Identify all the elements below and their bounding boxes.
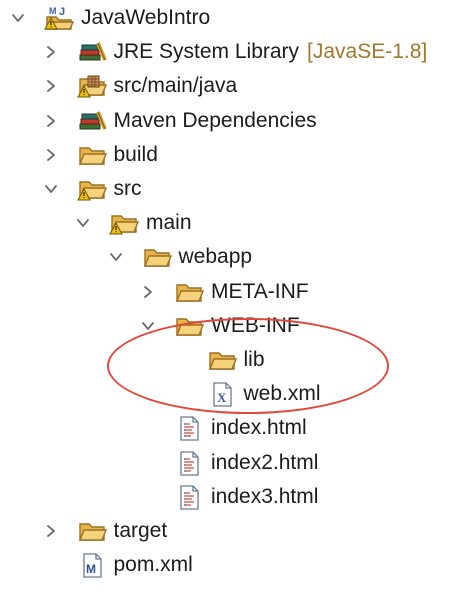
tree-item-label: index.html [211, 416, 307, 440]
expand-chevron-icon[interactable] [43, 147, 59, 163]
expand-chevron-icon[interactable] [43, 523, 59, 539]
tree-item-build[interactable]: build [0, 138, 476, 172]
tree-item-webapp[interactable]: webapp [0, 240, 476, 274]
folder-warning-icon [76, 176, 107, 202]
expand-chevron-icon[interactable] [43, 44, 59, 60]
svg-text:X: X [217, 390, 227, 405]
svg-text:M: M [86, 562, 96, 576]
tree-item-label: main [146, 211, 192, 235]
tree-item-index3-html[interactable]: index3.html [0, 480, 476, 514]
tree-item-label: lib [243, 348, 265, 371]
tree-item-label: JRE System Library [113, 40, 300, 64]
folder-icon [77, 142, 107, 168]
xml-file-icon: X [207, 381, 237, 407]
tree-item-meta-inf[interactable]: META-INF [0, 275, 476, 309]
tree-item-jre-system-library[interactable]: JRE System Library [JavaSE-1.8] [0, 35, 476, 69]
tree-item-label: build [113, 142, 158, 166]
tree-item-label: web.xml [243, 382, 321, 406]
html-file-icon [174, 415, 204, 442]
tree-item-label: index2.html [211, 450, 319, 474]
tree-item-label: Maven Dependencies [113, 108, 317, 132]
tree-item-label: webapp [178, 245, 253, 269]
folder-warning-icon [109, 210, 139, 236]
collapse-chevron-icon[interactable] [75, 215, 91, 231]
expand-chevron-icon[interactable] [43, 78, 59, 94]
tree-item-index2-html[interactable]: index2.html [0, 446, 476, 480]
tree-item-main[interactable]: main [0, 206, 476, 240]
maven-pom-icon: M [77, 552, 107, 578]
tree-item-web-xml[interactable]: Xweb.xml [0, 377, 476, 411]
tree-item-label: META-INF [211, 279, 309, 303]
tree-item-index-html[interactable]: index.html [0, 411, 476, 445]
tree-item-maven-dependencies[interactable]: Maven Dependencies [0, 104, 476, 138]
tree-item-lib[interactable]: lib [0, 343, 476, 377]
collapse-chevron-icon[interactable] [10, 10, 26, 26]
expand-chevron-icon[interactable] [140, 284, 156, 300]
svg-text:M: M [49, 6, 57, 16]
collapse-chevron-icon[interactable] [108, 249, 124, 265]
expand-chevron-icon[interactable] [43, 113, 59, 129]
tree-item-src[interactable]: src [0, 172, 476, 206]
collapse-chevron-icon[interactable] [43, 181, 59, 197]
java-project-icon: MJ [44, 5, 74, 31]
tree-item-src-main-java[interactable]: src/main/java [0, 69, 476, 103]
tree-item-label: target [113, 519, 168, 542]
collapse-chevron-icon[interactable] [140, 318, 156, 334]
tree-item-label: src [113, 177, 142, 200]
tree-item-target[interactable]: target [0, 514, 476, 548]
project-explorer-tree: M J JavaWebIntro JRE System Library [JavaSE-… [0, 0, 476, 598]
tree-item-web-inf[interactable]: WEB-INF [0, 309, 476, 343]
folder-icon [207, 347, 237, 373]
tree-item-label: pom.xml [113, 553, 193, 577]
source-folder-icon [76, 73, 107, 99]
html-file-icon [174, 450, 204, 476]
html-file-icon [174, 484, 204, 510]
folder-icon [174, 279, 204, 305]
tree-item-decoration: [JavaSE-1.8] [307, 40, 428, 64]
tree-item-pom-xml[interactable]: Mpom.xml [0, 548, 476, 582]
tree-item-label: index3.html [211, 484, 319, 508]
tree-item-label: WEB-INF [211, 313, 300, 337]
tree-item-javawebintro[interactable]: M J JavaWebIntro [0, 1, 476, 35]
tree-item-label: JavaWebIntro [81, 6, 211, 29]
tree-item-label: src/main/java [113, 74, 238, 98]
library-icon [77, 108, 107, 134]
folder-icon [142, 244, 172, 270]
library-icon [77, 39, 107, 65]
svg-text:J: J [59, 6, 65, 18]
folder-icon [77, 518, 107, 544]
folder-icon [174, 313, 204, 339]
